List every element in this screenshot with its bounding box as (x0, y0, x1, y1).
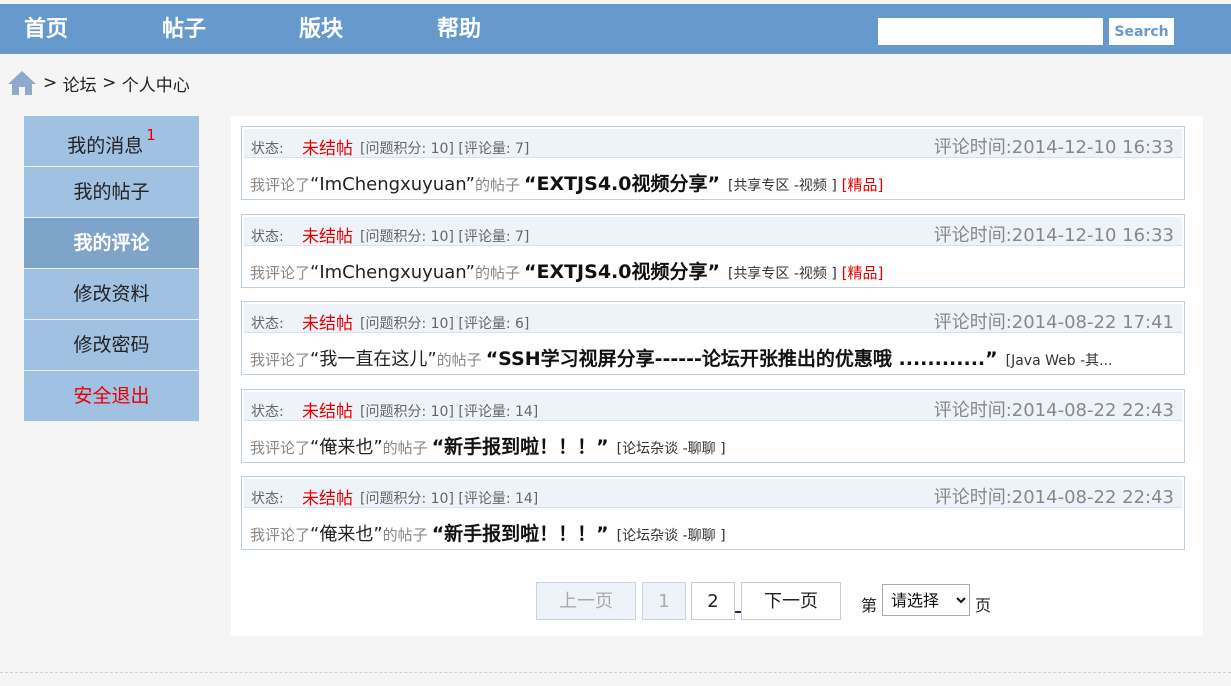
status-label: 状态: (251, 229, 284, 245)
nav-posts[interactable]: 帖子 (162, 16, 206, 44)
post-title-link[interactable]: “SSH学习视屏分享------论坛开张推出的优惠哦 ............” (486, 348, 998, 370)
page-jump-select[interactable]: 请选择 (882, 584, 970, 616)
comment-card-header: 状态: 未结帖 [问题积分: 10] [评论量: 7] 评论时间:2014-12… (244, 217, 1182, 247)
post-board[interactable]: [论坛杂谈 -聊聊 ] (617, 528, 726, 544)
page-1-button[interactable]: 1 (642, 582, 686, 620)
sidebar-item-label: 我的消息 (67, 135, 144, 157)
comment-card-header: 状态: 未结帖 [问题积分: 10] [评论量: 14] 评论时间:2014-0… (244, 392, 1182, 422)
page-jump-suffix: 页 (975, 596, 992, 615)
comment-card-header: 状态: 未结帖 [问题积分: 10] [评论量: 14] 评论时间:2014-0… (244, 479, 1182, 509)
comment-card-body: 我评论了“ImChengxuyuan”的帖子 “EXTJS4.0视频分享” [共享专… (250, 257, 1168, 283)
comment-list-panel: 状态: 未结帖 [问题积分: 10] [评论量: 7] 评论时间:2014-12… (231, 116, 1203, 636)
breadcrumb: > 论坛 > 个人中心 (7, 70, 190, 96)
status-label: 状态: (251, 141, 284, 157)
post-board[interactable]: [共享专区 -视频 ] (728, 266, 837, 282)
post-author[interactable]: “俺来也” (310, 524, 383, 545)
breadcrumb-separator: > (102, 73, 117, 93)
comment-card: 状态: 未结帖 [问题积分: 10] [评论量: 6] 评论时间:2014-08… (241, 301, 1185, 375)
comment-time: 评论时间:2014-08-22 17:41 (933, 312, 1174, 333)
comment-card-header: 状态: 未结帖 [问题积分: 10] [评论量: 6] 评论时间:2014-08… (244, 304, 1182, 334)
breadcrumb-separator: > (43, 73, 58, 93)
search-button[interactable]: Search (1109, 18, 1174, 45)
next-page-button[interactable]: 下一页 (741, 582, 841, 620)
comment-card: 状态: 未结帖 [问题积分: 10] [评论量: 14] 评论时间:2014-0… (241, 389, 1185, 463)
page-jump-label: 第 (861, 596, 878, 615)
status-label: 状态: (251, 491, 284, 507)
post-title-link[interactable]: “新手报到啦！！！” (432, 523, 609, 545)
comment-of-post: 的帖子 (436, 351, 482, 369)
sidebar: 我的消息 1 我的帖子 我的评论 修改资料 修改密码 安全退出 (24, 116, 199, 422)
post-board[interactable]: [论坛杂谈 -聊聊 ] (617, 441, 726, 457)
post-tag: [精品] (841, 176, 884, 194)
comment-time: 评论时间:2014-08-22 22:43 (933, 487, 1174, 508)
nav-home[interactable]: 首页 (24, 16, 68, 44)
comment-prefix: 我评论了 (250, 439, 311, 457)
comment-prefix: 我评论了 (250, 176, 311, 194)
status-badge: 未结帖 (302, 402, 353, 422)
comment-card: 状态: 未结帖 [问题积分: 10] [评论量: 7] 评论时间:2014-12… (241, 214, 1185, 288)
post-title-link[interactable]: “新手报到啦！！！” (432, 436, 609, 458)
breadcrumb-current: 个人中心 (121, 75, 190, 96)
status-badge: 未结帖 (302, 314, 353, 334)
nav-help[interactable]: 帮助 (437, 16, 481, 44)
comment-of-post: 的帖子 (382, 439, 428, 457)
comment-prefix: 我评论了 (250, 264, 311, 282)
sidebar-item-logout[interactable]: 安全退出 (24, 371, 199, 422)
comment-meta: [问题积分: 10] [评论量: 7] (360, 229, 530, 245)
comment-meta: [问题积分: 10] [评论量: 7] (360, 141, 530, 157)
comment-card: 状态: 未结帖 [问题积分: 10] [评论量: 7] 评论时间:2014-12… (241, 126, 1185, 200)
post-author[interactable]: “ImChengxuyuan” (310, 262, 475, 283)
sidebar-item-messages[interactable]: 我的消息 1 (24, 116, 199, 167)
comment-of-post: 的帖子 (382, 526, 428, 544)
comment-card-body: 我评论了“俺来也”的帖子 “新手报到啦！！！” [论坛杂谈 -聊聊 ] (250, 519, 1168, 545)
page-2-button[interactable]: 2 (691, 582, 735, 620)
status-badge: 未结帖 (302, 489, 353, 509)
post-tag: [精品] (841, 264, 884, 282)
comment-time: 评论时间:2014-12-10 16:33 (933, 137, 1174, 158)
comment-card-body: 我评论了“ImChengxuyuan”的帖子 “EXTJS4.0视频分享” [共享专… (250, 169, 1168, 195)
post-author[interactable]: “我一直在这儿” (310, 349, 437, 370)
comment-meta: [问题积分: 10] [评论量: 6] (360, 316, 530, 332)
breadcrumb-forum[interactable]: 论坛 (63, 71, 97, 96)
comment-of-post: 的帖子 (474, 176, 520, 194)
sidebar-item-my-posts[interactable]: 我的帖子 (24, 167, 199, 218)
comment-card: 状态: 未结帖 [问题积分: 10] [评论量: 14] 评论时间:2014-0… (241, 476, 1185, 550)
comment-meta: [问题积分: 10] [评论量: 14] (360, 491, 539, 507)
comment-card-body: 我评论了“俺来也”的帖子 “新手报到啦！！！” [论坛杂谈 -聊聊 ] (250, 432, 1168, 458)
status-label: 状态: (251, 316, 284, 332)
post-board[interactable]: [Java Web -其... (1006, 353, 1113, 369)
comment-of-post: 的帖子 (474, 264, 520, 282)
sidebar-item-my-comments[interactable]: 我的评论 (24, 218, 199, 269)
status-badge: 未结帖 (302, 139, 353, 159)
post-author[interactable]: “俺来也” (310, 437, 383, 458)
status-label: 状态: (251, 404, 284, 420)
home-icon[interactable] (7, 70, 37, 96)
footer-divider (0, 672, 1231, 673)
nav-boards[interactable]: 版块 (299, 16, 343, 44)
comment-time: 评论时间:2014-08-22 22:43 (933, 400, 1174, 421)
post-board[interactable]: [共享专区 -视频 ] (728, 178, 837, 194)
post-title-link[interactable]: “EXTJS4.0视频分享” (524, 173, 720, 195)
status-badge: 未结帖 (302, 227, 353, 247)
comment-time: 评论时间:2014-12-10 16:33 (933, 225, 1174, 246)
search-input[interactable] (878, 18, 1103, 45)
sidebar-item-edit-profile[interactable]: 修改资料 (24, 269, 199, 320)
message-count-badge: 1 (146, 126, 156, 144)
top-nav-bar: 首页 帖子 版块 帮助 Search (0, 4, 1231, 54)
comment-prefix: 我评论了 (250, 351, 311, 369)
comment-prefix: 我评论了 (250, 526, 311, 544)
prev-page-button[interactable]: 上一页 (536, 582, 636, 620)
post-title-link[interactable]: “EXTJS4.0视频分享” (524, 261, 720, 283)
comment-card-body: 我评论了“我一直在这儿”的帖子 “SSH学习视屏分享------论坛开张推出的优惠… (250, 344, 1168, 370)
comment-meta: [问题积分: 10] [评论量: 14] (360, 404, 539, 420)
comment-card-header: 状态: 未结帖 [问题积分: 10] [评论量: 7] 评论时间:2014-12… (244, 129, 1182, 159)
sidebar-item-change-password[interactable]: 修改密码 (24, 320, 199, 371)
post-author[interactable]: “ImChengxuyuan” (310, 174, 475, 195)
